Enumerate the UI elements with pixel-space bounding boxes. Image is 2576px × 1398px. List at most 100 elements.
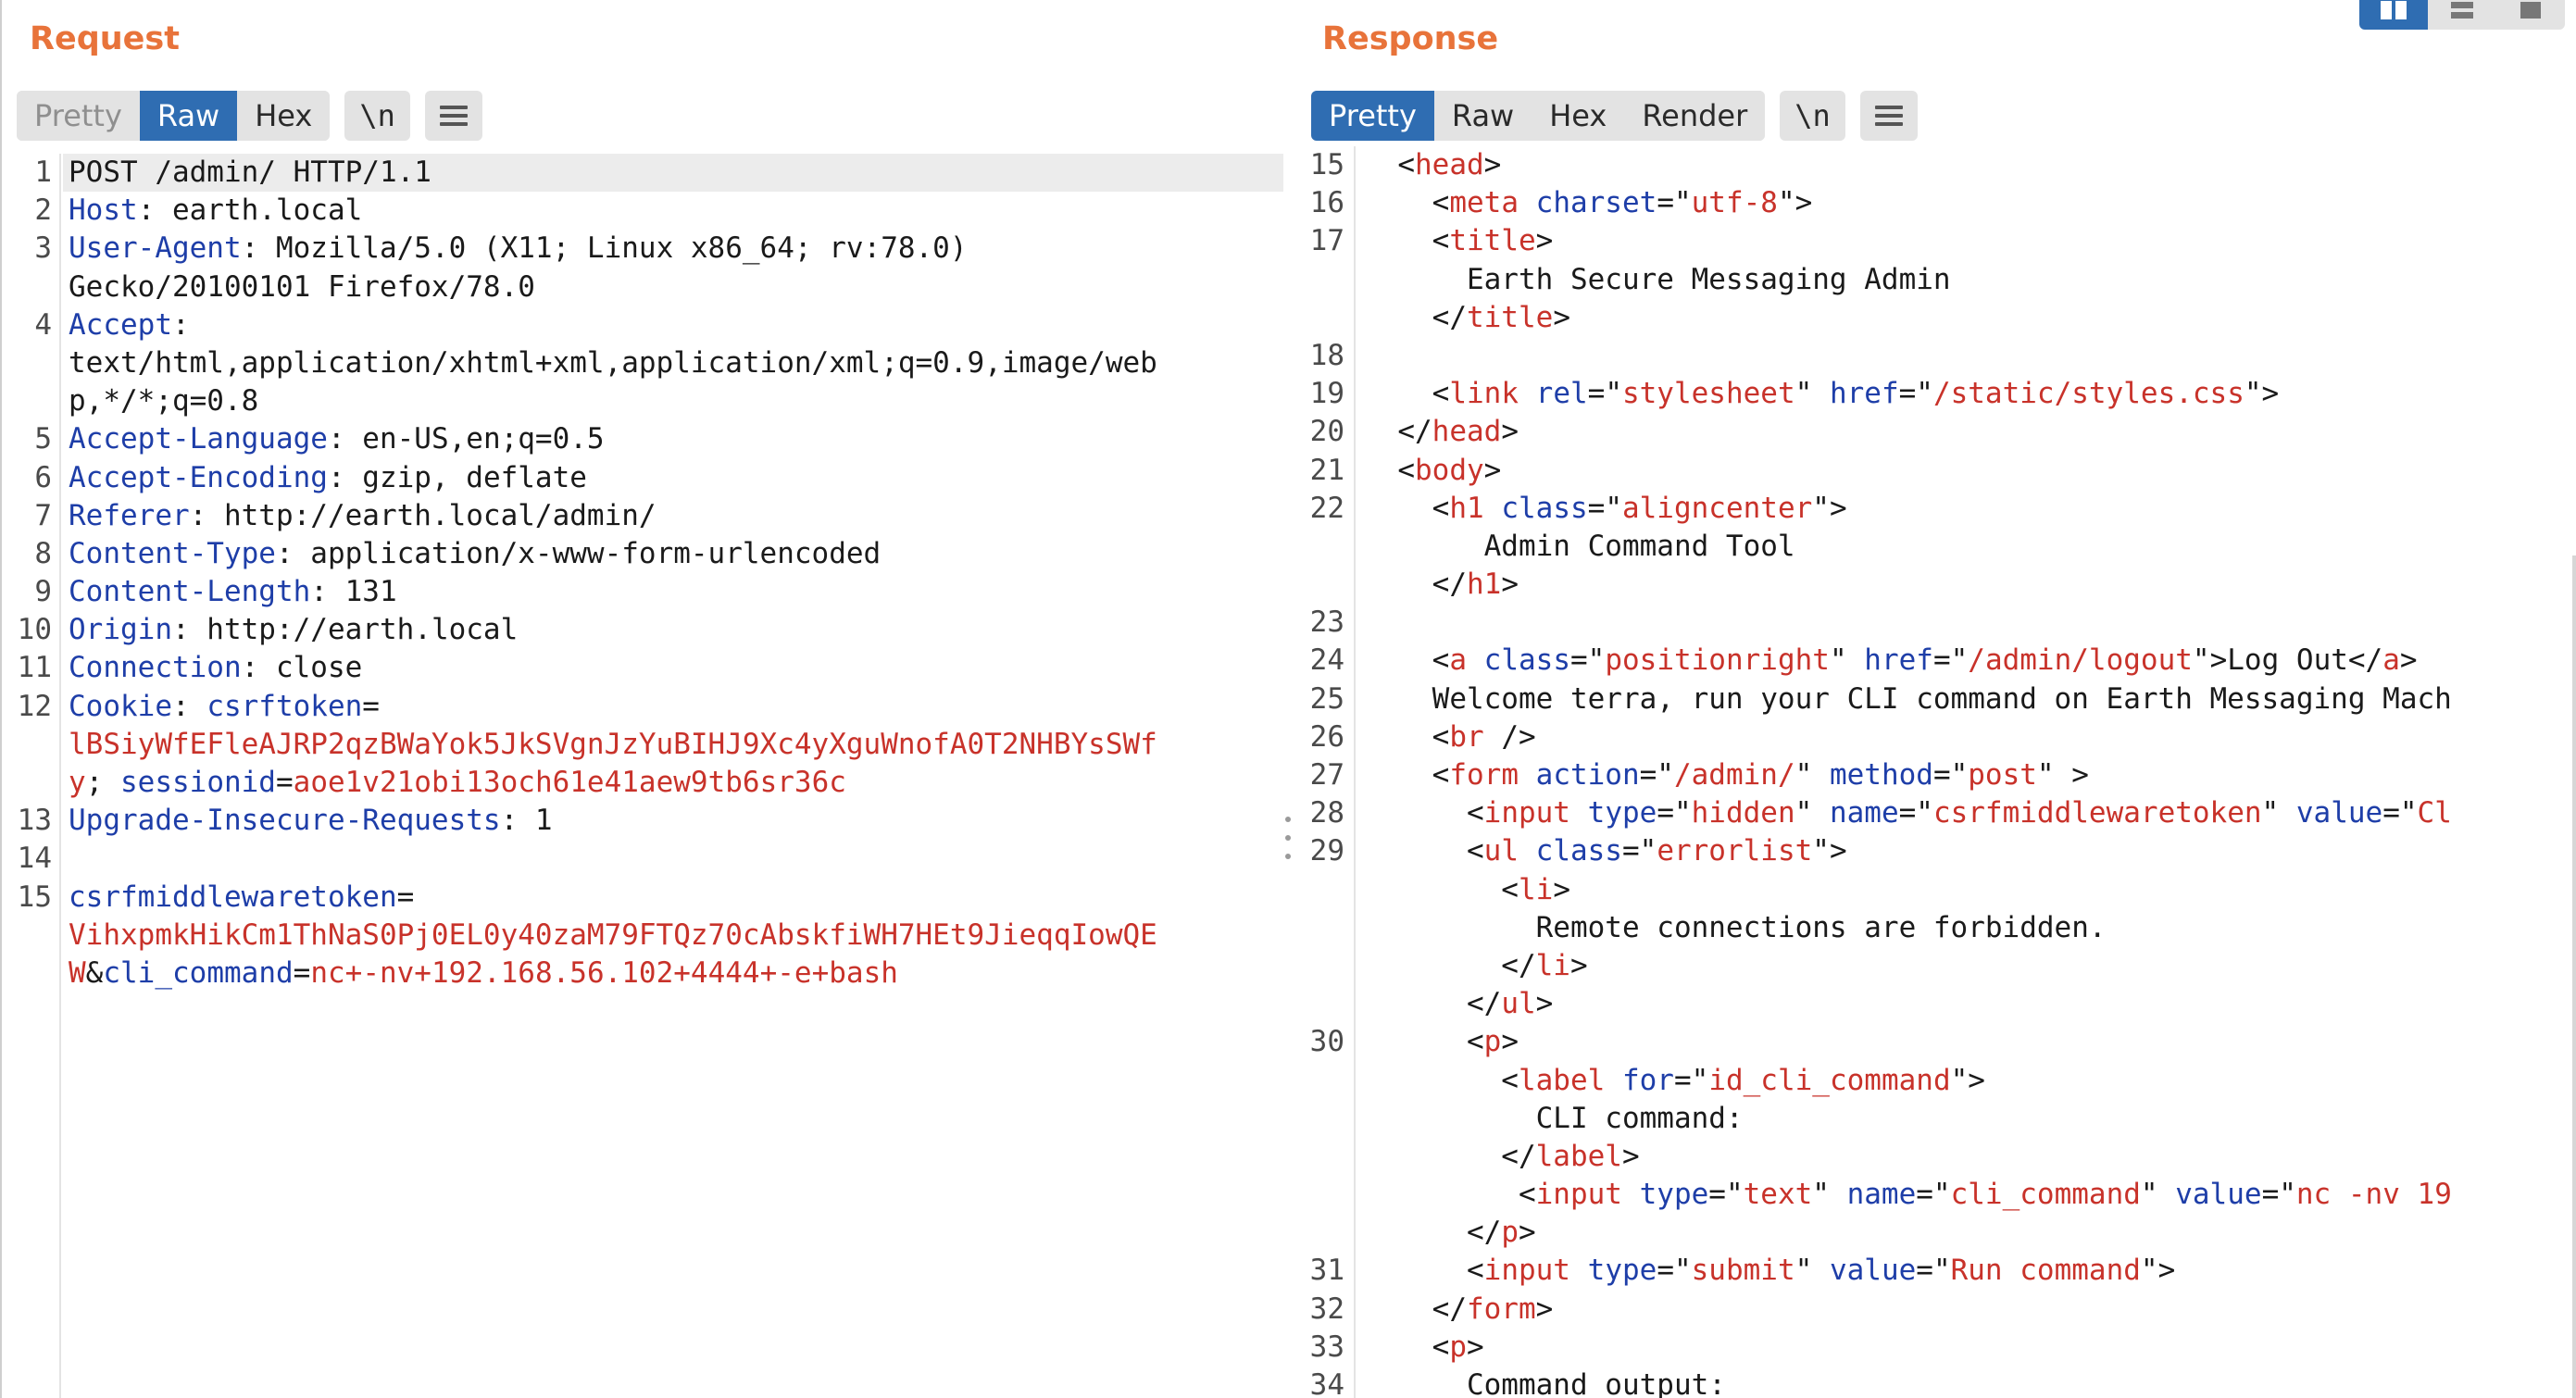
line-number: 27	[1309, 758, 1344, 792]
code-token: Accept	[69, 307, 172, 342]
code-token: ="	[1570, 643, 1606, 678]
code-token: lBSiyWfEFleAJRP2qzBWaYok5JkSVgnJzYuBIHJ9…	[69, 727, 1157, 761]
code-token: ">	[2140, 1254, 2176, 1288]
code-token: "	[2261, 796, 2296, 830]
request-toolbar: Pretty Raw Hex \n	[17, 91, 482, 141]
response-scrollbar[interactable]	[2572, 555, 2576, 1398]
code-token: "	[1794, 1254, 1830, 1288]
request-editor[interactable]: 1 POST /admin/ HTTP/1.1 2 Host: earth.local…	[2, 154, 1283, 1398]
code-token: Cookie	[69, 689, 172, 723]
request-menu-button[interactable]	[424, 91, 482, 141]
code-line: 33 <p>	[1310, 1329, 2576, 1367]
line-text: VihxpmkHikCm1ThNaS0Pj0EL0y40zaM79FTQz70c…	[69, 917, 1157, 955]
code-token: /admin/	[1673, 758, 1795, 792]
code-line: lBSiyWfEFleAJRP2qzBWaYok5JkSVgnJzYuBIHJ9…	[63, 726, 1283, 764]
code-token: Remote connections are forbidden.	[1363, 910, 2107, 944]
code-token: class	[1483, 643, 1570, 678]
code-token: title	[1449, 224, 1536, 258]
line-text: <li>	[1363, 871, 1570, 909]
line-number: 3	[34, 231, 52, 266]
code-token: value	[2175, 1178, 2262, 1212]
code-token: <	[1363, 491, 1450, 525]
line-number: 32	[1309, 1292, 1344, 1326]
line-number: 34	[1309, 1368, 1344, 1398]
code-line: 25 Welcome terra, run your CLI command o…	[1310, 680, 2576, 718]
code-token: >	[1501, 568, 1519, 602]
line-text: User-Agent: Mozilla/5.0 (X11; Linux x86_…	[69, 230, 968, 268]
response-code[interactable]: 15 <head> 16 <meta charset="utf-8"> 17 <ti…	[1310, 146, 2576, 1398]
code-token: cli_command	[103, 955, 294, 990]
request-tab-raw[interactable]: Raw	[139, 91, 238, 141]
code-token: text	[1743, 1178, 1813, 1212]
response-tab-raw[interactable]: Raw	[1433, 91, 1532, 141]
code-token: ="	[1916, 1178, 1951, 1212]
code-line: 11 Connection: close	[18, 649, 1283, 687]
code-token: type	[1587, 1254, 1657, 1288]
pane-divider-handle[interactable]	[1283, 817, 1293, 859]
code-token: ="	[1657, 186, 1692, 220]
line-number: 22	[1309, 491, 1344, 525]
code-token: "	[1812, 1178, 1847, 1212]
line-text: <body>	[1363, 452, 1501, 490]
request-newline-toggle[interactable]: \n	[344, 91, 410, 141]
code-token: ="	[1898, 377, 1933, 411]
line-text: Command output:	[1363, 1367, 1726, 1398]
split-horizontal-icon[interactable]	[2359, 0, 2428, 30]
code-token: : en-US,en;q=0.5	[327, 422, 605, 456]
response-pane: Response Pretty Raw Hex Render \n 15 <he…	[1293, 0, 2576, 1398]
line-text: <p>	[1363, 1329, 1484, 1367]
request-code[interactable]: 1 POST /admin/ HTTP/1.1 2 Host: earth.local…	[18, 154, 1283, 1398]
code-token: >	[1535, 987, 1554, 1021]
single-pane-icon[interactable]	[2496, 0, 2565, 30]
hamburger-icon	[1874, 106, 1903, 126]
code-token: p	[1483, 1025, 1502, 1059]
line-text: csrfmiddlewaretoken=	[69, 879, 414, 917]
response-title: Response	[1322, 20, 1499, 57]
response-view-tabs: Pretty Raw Hex Render	[1311, 91, 1766, 141]
code-token: utf-8	[1691, 186, 1778, 220]
code-line: 17 <title>	[1310, 222, 2576, 260]
code-token: ="	[1932, 643, 1969, 678]
response-newline-toggle[interactable]: \n	[1780, 91, 1845, 141]
code-token: <	[1363, 1254, 1484, 1288]
response-tab-pretty[interactable]: Pretty	[1311, 91, 1434, 141]
code-line: p,*/*;q=0.8	[63, 382, 1283, 420]
line-text: <title>	[1363, 222, 1554, 260]
response-editor[interactable]: 15 <head> 16 <meta charset="utf-8"> 17 <ti…	[1293, 146, 2576, 1398]
code-line: VihxpmkHikCm1ThNaS0Pj0EL0y40zaM79FTQz70c…	[63, 917, 1283, 955]
code-token: </	[1363, 948, 1536, 982]
code-token: csrftoken	[206, 689, 363, 723]
code-token: method	[1829, 758, 1933, 792]
line-text: <link rel="stylesheet" href="/static/sty…	[1363, 375, 2280, 413]
code-token: /static/styles.css	[1932, 377, 2245, 411]
code-token: ="	[1932, 758, 1969, 792]
code-token: "	[1829, 643, 1865, 678]
request-tab-pretty[interactable]: Pretty	[17, 91, 140, 141]
code-token: >	[1518, 1216, 1536, 1250]
code-token: h1	[1449, 491, 1484, 525]
code-token: : http://earth.local/admin/	[189, 498, 657, 532]
code-token: head	[1432, 415, 1502, 449]
code-token: input	[1483, 796, 1570, 830]
split-vertical-icon[interactable]	[2428, 0, 2496, 30]
code-token: =	[396, 880, 415, 914]
code-token: Earth Secure Messaging Admin	[1363, 262, 1951, 296]
request-tab-hex[interactable]: Hex	[237, 91, 331, 141]
response-menu-button[interactable]	[1859, 91, 1918, 141]
code-token: ="	[1587, 491, 1622, 525]
code-token: >	[1467, 1329, 1484, 1364]
code-token: : Mozilla/5.0 (X11; Linux x86_64; rv:78.…	[241, 231, 968, 266]
line-text: <input type="text" name="cli_command" va…	[1363, 1176, 2452, 1214]
code-token: post	[1968, 758, 2037, 792]
code-token: ="	[1916, 1254, 1951, 1288]
code-token: >	[1553, 872, 1570, 906]
response-tab-render[interactable]: Render	[1624, 91, 1766, 141]
response-tab-hex[interactable]: Hex	[1532, 91, 1625, 141]
code-token: nc -nv 19	[2295, 1178, 2452, 1212]
code-token: <	[1363, 148, 1415, 181]
code-line: 1 POST /admin/ HTTP/1.1	[34, 154, 1283, 193]
